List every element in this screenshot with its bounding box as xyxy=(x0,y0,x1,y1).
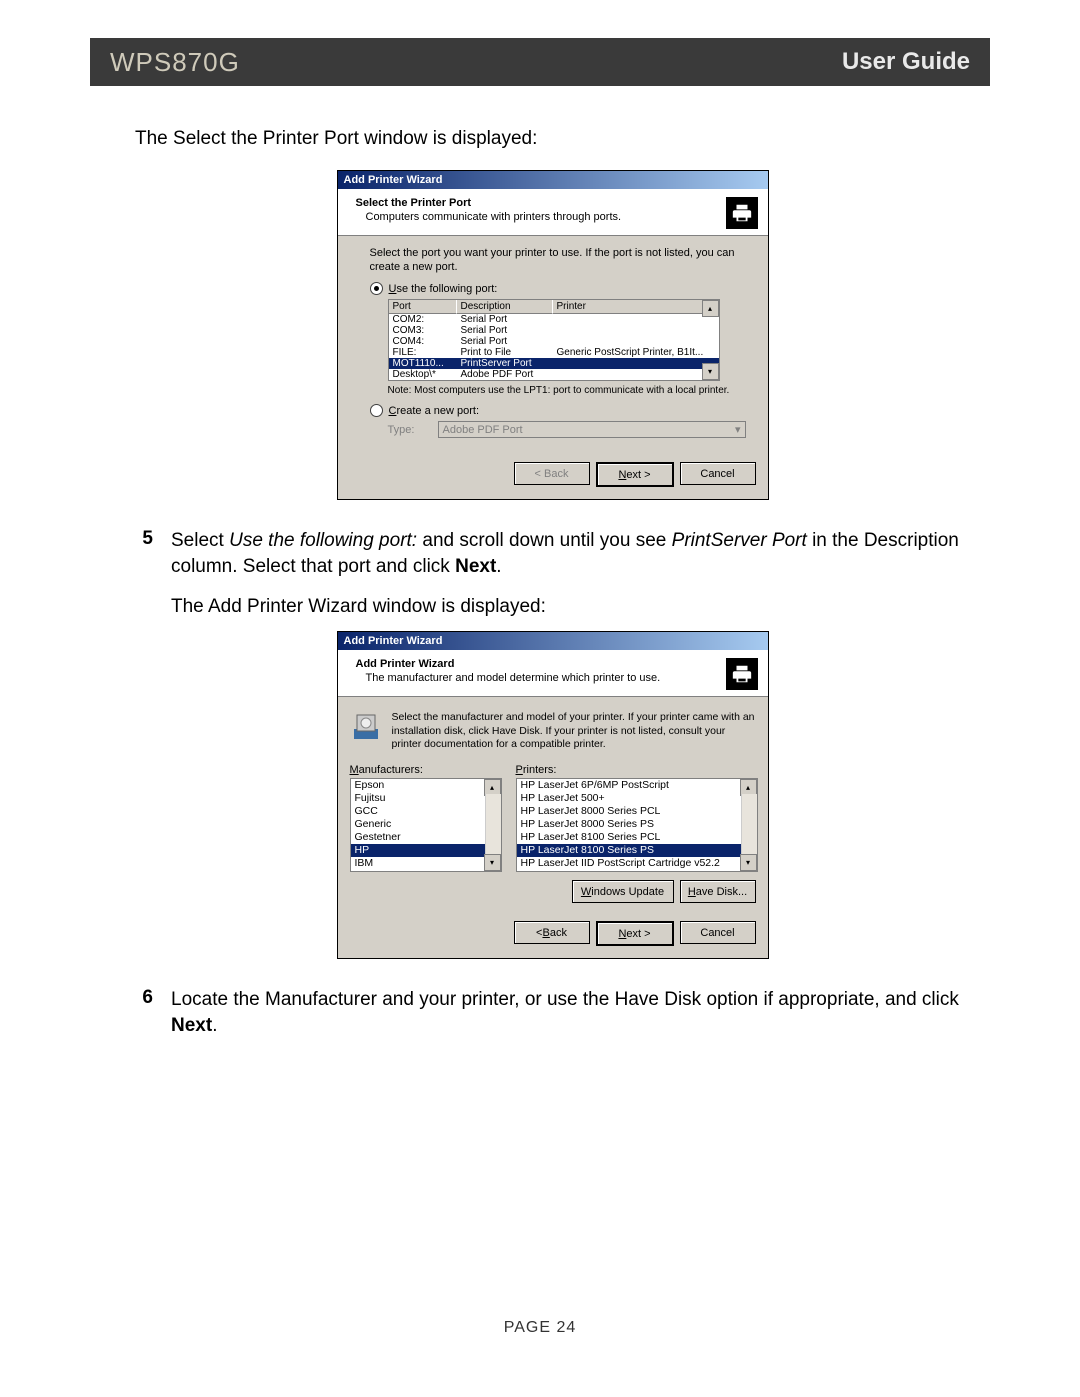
port-row: FILE:Print to FileGeneric PostScript Pri… xyxy=(389,347,719,358)
screenshot-1: Add Printer Wizard Select the Printer Po… xyxy=(135,170,970,501)
product-model: WPS870G xyxy=(110,47,240,78)
port-list-header: Port Description Printer xyxy=(389,300,719,314)
port-row: COM4:Serial Port xyxy=(389,336,719,347)
cancel-button[interactable]: Cancel xyxy=(680,921,756,944)
port-row-selected: MOT1110...PrintServer Port xyxy=(389,358,719,369)
radio-use-label: se the following port: xyxy=(396,283,497,295)
port-type-value: Adobe PDF Port xyxy=(443,424,523,436)
radio-create-new-port[interactable]: Create a new port: xyxy=(370,404,746,417)
port-row: COM3:Serial Port xyxy=(389,325,719,336)
port-type-row: Type: Adobe PDF Port ▾ xyxy=(388,421,746,438)
wizard1-footer: < Back Next > Cancel xyxy=(338,452,768,499)
list-item[interactable]: HP LaserJet 8000 Series PS xyxy=(517,818,757,831)
wizard2-lists: Manufacturers: Epson Fujitsu GCC Generic… xyxy=(350,764,756,872)
back-button[interactable]: < Back xyxy=(514,921,590,944)
step-number: 5 xyxy=(135,528,153,619)
step-6-text: Locate the Manufacturer and your printer… xyxy=(171,987,970,1038)
add-printer-wizard-port: Add Printer Wizard Select the Printer Po… xyxy=(337,170,769,501)
list-item[interactable]: GCC xyxy=(351,805,501,818)
wizard1-band-title: Select the Printer Port xyxy=(356,197,726,209)
wizard2-band-title: Add Printer Wizard xyxy=(356,658,726,670)
port-row: COM2:Serial Port xyxy=(389,314,719,325)
scroll-down-button[interactable]: ▾ xyxy=(484,854,501,871)
screenshot-2: Add Printer Wizard Add Printer Wizard Th… xyxy=(135,631,970,959)
list-item[interactable]: HP LaserJet 6P/6MP PostScript xyxy=(517,779,757,792)
step-5-text: Select Use the following port: and scrol… xyxy=(171,528,970,619)
doc-type: User Guide xyxy=(842,48,970,76)
step-5-after: The Add Printer Wizard window is display… xyxy=(171,596,546,617)
scroll-down-button[interactable]: ▾ xyxy=(702,363,719,380)
col-port: Port xyxy=(389,300,457,314)
scrollbar-track[interactable] xyxy=(485,794,501,856)
printers-label: Printers: xyxy=(516,764,758,776)
scroll-up-button[interactable]: ▴ xyxy=(702,300,719,317)
wizard2-header-band: Add Printer Wizard The manufacturer and … xyxy=(338,650,768,697)
wizard2-band-subtitle: The manufacturer and model determine whi… xyxy=(366,672,726,684)
list-item[interactable]: IBM xyxy=(351,857,501,870)
list-item[interactable]: HP LaserJet 8100 Series PCL xyxy=(517,831,757,844)
wizard1-body: Select the port you want your printer to… xyxy=(338,236,768,453)
list-item[interactable]: Gestetner xyxy=(351,831,501,844)
radio-selected-icon xyxy=(370,282,383,295)
wizard2-instruction: Select the manufacturer and model of you… xyxy=(392,711,756,752)
col-description: Description xyxy=(457,300,553,314)
port-row: Desktop\*Adobe PDF Port xyxy=(389,369,719,380)
manufacturers-label: Manufacturers: xyxy=(350,764,502,776)
list-item[interactable]: Fujitsu xyxy=(351,792,501,805)
list-item[interactable]: HP LaserJet 8000 Series PCL xyxy=(517,805,757,818)
have-disk-button[interactable]: Have Disk... xyxy=(680,880,756,903)
step-6: 6 Locate the Manufacturer and your print… xyxy=(135,987,970,1038)
radio-create-label: reate a new port: xyxy=(396,405,479,417)
list-item-selected[interactable]: HP LaserJet 8100 Series PS xyxy=(517,844,757,857)
wizard2-body: Select the manufacturer and model of you… xyxy=(338,697,768,911)
wizard1-titlebar: Add Printer Wizard xyxy=(338,171,768,189)
wizard1-band-subtitle: Computers communicate with printers thro… xyxy=(366,211,726,223)
list-item[interactable]: HP LaserJet IID PostScript Cartridge v52… xyxy=(517,857,757,870)
wizard2-titlebar: Add Printer Wizard xyxy=(338,632,768,650)
step-5: 5 Select Use the following port: and scr… xyxy=(135,528,970,619)
wizard2-mid-buttons: Windows Update Have Disk... xyxy=(350,880,756,903)
radio-unselected-icon xyxy=(370,404,383,417)
page-content: The Select the Printer Port window is di… xyxy=(135,126,970,1038)
printer-icon xyxy=(726,197,758,229)
type-label: Type: xyxy=(388,424,428,436)
chevron-down-icon: ▾ xyxy=(735,423,741,436)
port-note: Note: Most computers use the LPT1: port … xyxy=(388,385,746,396)
port-list[interactable]: Port Description Printer COM2:Serial Por… xyxy=(388,299,720,381)
add-printer-wizard-model: Add Printer Wizard Add Printer Wizard Th… xyxy=(337,631,769,959)
list-item[interactable]: HP LaserJet 500+ xyxy=(517,792,757,805)
next-button[interactable]: Next > xyxy=(596,462,674,487)
wizard1-header-band: Select the Printer Port Computers commun… xyxy=(338,189,768,236)
page-number: PAGE 24 xyxy=(0,1319,1080,1337)
back-button[interactable]: < Back xyxy=(514,462,590,485)
scroll-down-button[interactable]: ▾ xyxy=(740,854,757,871)
printer-icon xyxy=(726,658,758,690)
port-type-select[interactable]: Adobe PDF Port ▾ xyxy=(438,421,746,438)
next-button[interactable]: Next > xyxy=(596,921,674,946)
list-item-selected[interactable]: HP xyxy=(351,844,501,857)
printers-listbox[interactable]: HP LaserJet 6P/6MP PostScript HP LaserJe… xyxy=(516,778,758,872)
scrollbar-track[interactable] xyxy=(741,794,757,856)
col-printer: Printer xyxy=(553,300,703,314)
document-page: WPS870G User Guide The Select the Printe… xyxy=(0,0,1080,1397)
intro-text-1: The Select the Printer Port window is di… xyxy=(135,126,970,152)
list-item[interactable]: Generic xyxy=(351,818,501,831)
install-disk-icon xyxy=(350,711,382,743)
manufacturers-listbox[interactable]: Epson Fujitsu GCC Generic Gestetner HP I… xyxy=(350,778,502,872)
list-item[interactable]: Epson xyxy=(351,779,501,792)
windows-update-button[interactable]: Windows Update xyxy=(572,880,674,903)
cancel-button[interactable]: Cancel xyxy=(680,462,756,485)
step-number: 6 xyxy=(135,987,153,1038)
page-header: WPS870G User Guide xyxy=(90,38,990,86)
wizard1-instruction: Select the port you want your printer to… xyxy=(370,246,746,275)
wizard2-footer: < Back Next > Cancel xyxy=(338,911,768,958)
radio-use-following-port[interactable]: Use the following port: xyxy=(370,282,746,295)
